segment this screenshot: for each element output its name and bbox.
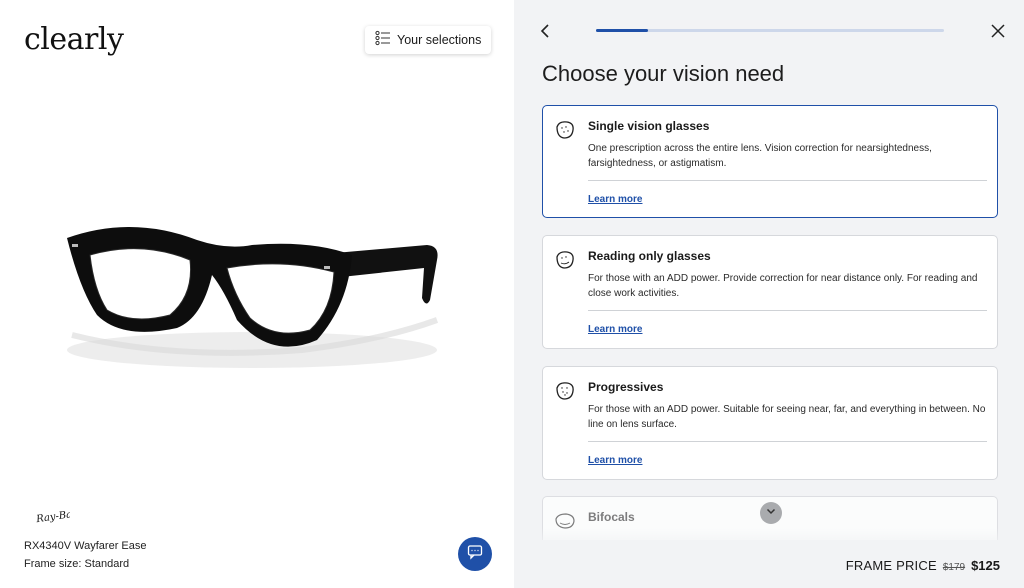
chat-button[interactable] [458,537,492,571]
original-price: $179 [942,562,966,573]
page-title: Choose your vision need [542,61,785,86]
frame-size: Frame size: Standard [24,558,130,570]
your-selections-label: Your selections [397,33,482,47]
option-card-reading[interactable]: Reading only glasses For those with an A… [542,235,998,349]
lens-icon [553,379,577,403]
close-button[interactable] [988,20,1008,42]
divider [588,180,987,181]
clearly-logo[interactable]: clearly [24,22,124,57]
option-title: Bifocals [588,510,635,524]
chevron-down-icon [765,504,777,522]
frame-price: FRAME PRICE $179 $125 [846,558,1000,573]
product-panel: clearly Your selections Ray-Ban RX4340V … [0,0,514,588]
lens-selection-panel: Choose your vision need Single vision gl… [514,0,1024,588]
product-name: RX4340V Wayfarer Ease [24,540,147,552]
progress-bar [596,29,944,32]
lens-icon [553,248,577,272]
current-price: $125 [971,558,1000,573]
scroll-fade [514,528,1024,548]
option-title: Single vision glasses [588,119,710,133]
option-title: Progressives [588,380,664,394]
close-icon [988,24,1008,46]
lens-icon [553,118,577,142]
expand-more-button[interactable] [760,502,782,524]
option-description: One prescription across the entire lens.… [588,143,932,169]
frame-price-label: FRAME PRICE [845,558,937,573]
learn-more-link[interactable]: Learn more [588,455,642,466]
option-title: Reading only glasses [588,249,711,263]
option-card-single-vision[interactable]: Single vision glasses One prescription a… [542,105,998,218]
product-image-glasses [67,226,439,368]
option-description: For those with an ADD power. Suitable fo… [588,404,986,430]
list-icon [375,30,391,51]
back-button[interactable] [536,20,556,42]
progress-fill [596,29,649,32]
chevron-left-icon [536,24,556,46]
divider [588,310,987,311]
ray-ban-logo: Ray-Ban [34,506,80,531]
learn-more-link[interactable]: Learn more [588,194,642,205]
option-card-progressives[interactable]: Progressives For those with an ADD power… [542,366,998,480]
divider [588,441,987,442]
option-description: For those with an ADD power. Provide cor… [588,273,978,299]
svg-text:Ray-Ban: Ray-Ban [35,508,70,525]
your-selections-button[interactable]: Your selections [365,26,491,54]
chat-icon [467,544,483,565]
learn-more-link[interactable]: Learn more [588,324,642,335]
